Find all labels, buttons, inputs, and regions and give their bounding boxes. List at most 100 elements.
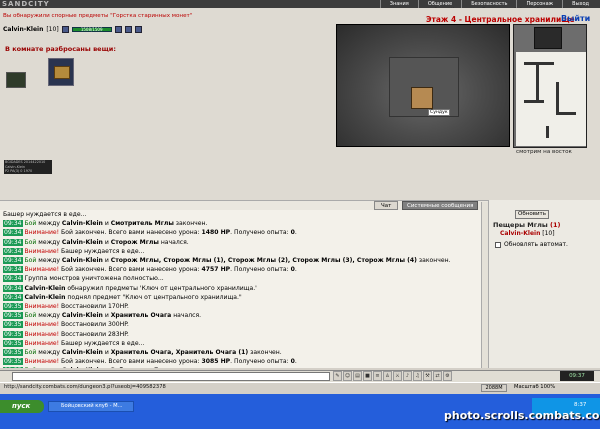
chat-scrollbar[interactable] bbox=[481, 202, 488, 368]
chat-line: 09:34 Группа монстров уничтожена полност… bbox=[0, 274, 481, 283]
chat-name[interactable]: Calvin-Klein bbox=[62, 367, 103, 368]
chat-warning: Внимание! bbox=[24, 321, 60, 329]
chat-text: и bbox=[102, 349, 111, 357]
chat-time: 09:34 bbox=[3, 284, 23, 292]
list-icon[interactable]: ≡ bbox=[373, 371, 382, 381]
chat-line: 09:34 Calvin-Klein обнаружил предметы 'К… bbox=[0, 284, 481, 293]
location-member: Calvin-Klein [10] bbox=[500, 230, 555, 237]
taskbar-window-button[interactable]: Бойцовский клуб - M... bbox=[48, 401, 134, 412]
chat-line: 09:34 Бой между Calvin-Klein и Сторож Мг… bbox=[0, 256, 481, 265]
chat-name[interactable]: 1480 HP bbox=[202, 229, 231, 236]
chat-name[interactable]: Сторож Мглы, Сторож Мглы (1), Сторож Мгл… bbox=[111, 257, 417, 264]
chat-text: между bbox=[36, 349, 62, 357]
chat-fight-link[interactable]: Бой bbox=[25, 220, 37, 227]
chat-time: 09:34 bbox=[3, 275, 23, 283]
top-menu-item[interactable]: Персонаж bbox=[516, 0, 562, 8]
chat-text: Восстановили 170HP. bbox=[59, 303, 129, 311]
chat-text: закончен. bbox=[416, 257, 451, 265]
chat-name[interactable]: Calvin-Klein bbox=[62, 349, 103, 356]
chat-fight-link[interactable]: Бой bbox=[25, 312, 37, 319]
chat-time: 09:35 bbox=[3, 321, 23, 329]
options-icon[interactable]: ⚙ bbox=[443, 371, 452, 381]
chat-name[interactable]: 3085 HP bbox=[202, 358, 231, 365]
chat-text: между bbox=[36, 257, 62, 265]
chat-name[interactable]: Calvin-Klein bbox=[62, 312, 103, 319]
info-icon[interactable] bbox=[61, 26, 69, 33]
chat-name[interactable]: Calvin-Klein bbox=[25, 285, 66, 292]
chat-name[interactable]: Заблудшая Душа bbox=[111, 367, 174, 368]
tab-chat[interactable]: Чат bbox=[374, 201, 399, 210]
top-menu-item[interactable]: Выход bbox=[562, 0, 598, 8]
chat-time: 09:34 bbox=[3, 238, 23, 246]
player-name[interactable]: Calvin-Klein bbox=[3, 26, 43, 33]
chest-object[interactable] bbox=[411, 87, 433, 109]
chat-line: 09:35 Внимание! Восстановили 300HP. bbox=[0, 320, 481, 329]
top-menu-item[interactable]: Знания bbox=[379, 0, 418, 8]
filter-icon[interactable]: ▤ bbox=[353, 371, 362, 381]
person-icon[interactable]: ♙ bbox=[383, 371, 392, 381]
eraser-icon[interactable]: ✎ bbox=[333, 371, 342, 381]
chat-text: Бой закончен. Всего вами нанесено урона: bbox=[59, 358, 202, 366]
chat-text: закончен. bbox=[248, 349, 282, 357]
zoom-level[interactable]: Масштаб 100% bbox=[514, 384, 555, 390]
chat-input[interactable] bbox=[12, 372, 330, 381]
chat-name[interactable]: Хранитель Очага, Хранитель Очага (1) bbox=[111, 349, 248, 356]
dungeon-view[interactable]: Сундук bbox=[336, 24, 510, 147]
chat-line: 09:35 Внимание! Башер нуждается в еде... bbox=[0, 339, 481, 348]
chat-text: между bbox=[36, 238, 62, 246]
chat-text: закончен. bbox=[173, 220, 208, 228]
chat-text: и bbox=[103, 367, 111, 368]
refresh-button[interactable]: Обновить bbox=[515, 210, 549, 219]
chat-name[interactable]: Смотритель Мглы bbox=[111, 220, 174, 227]
start-button[interactable]: пуск bbox=[0, 400, 44, 413]
chat-text: Восстановили 300HP. bbox=[59, 321, 129, 329]
room-item-coins[interactable] bbox=[48, 58, 74, 86]
compass-icon[interactable] bbox=[534, 27, 562, 49]
chat-name[interactable]: 4757 HP bbox=[202, 266, 231, 273]
chat-fight-link[interactable]: Бой bbox=[25, 239, 37, 246]
location-count: (1) bbox=[550, 221, 561, 229]
sound-icon[interactable]: ♫ bbox=[413, 371, 422, 381]
location-name: Пещеры Мглы bbox=[493, 221, 548, 229]
chat-time: 09:35 bbox=[3, 339, 23, 347]
chat-name[interactable]: Calvin-Klein bbox=[25, 294, 66, 301]
stats-line: BGIDADES 2014422010 bbox=[5, 160, 46, 164]
chat-fight-link[interactable]: Бой bbox=[25, 367, 37, 368]
chat-text: и bbox=[102, 220, 111, 228]
auto-refresh-label: Обновлять автомат. bbox=[504, 241, 568, 248]
arrows-icon[interactable]: ⇄ bbox=[433, 371, 442, 381]
chat-text: обнаружил предметы 'Ключ от центрального… bbox=[65, 284, 257, 292]
chat-line: 09:34 Бой между Calvin-Klein и Смотрител… bbox=[0, 219, 481, 228]
top-menu-item[interactable]: Общение bbox=[417, 0, 461, 8]
fight-icon[interactable]: ⚔ bbox=[393, 371, 402, 381]
chat-name[interactable]: Calvin-Klein bbox=[62, 257, 103, 264]
exit-link[interactable]: Выйти bbox=[561, 14, 590, 23]
member-name[interactable]: Calvin-Klein bbox=[500, 230, 540, 237]
save-icon[interactable]: ■ bbox=[363, 371, 372, 381]
chat-name[interactable]: Сторож Мглы bbox=[111, 239, 159, 246]
chat-text: . bbox=[294, 266, 297, 274]
room-item-boots[interactable] bbox=[6, 72, 26, 88]
tools-icon[interactable]: ⚒ bbox=[423, 371, 432, 381]
chat-text: между bbox=[36, 367, 62, 368]
auto-refresh-checkbox[interactable] bbox=[495, 241, 501, 248]
chat-line: 09:34 Внимание! Бой закончен. Всего вами… bbox=[0, 265, 481, 274]
chat-name[interactable]: Calvin-Klein bbox=[62, 239, 103, 246]
chat-line: 09:35 Внимание! Восстановили 170HP. bbox=[0, 302, 481, 311]
smile-icon[interactable]: ☺ bbox=[343, 371, 352, 381]
chat-time: 09:35 bbox=[3, 303, 23, 311]
chat-fight-link[interactable]: Бой bbox=[25, 349, 37, 356]
chat-text: Башер нуждается в еде... bbox=[59, 247, 145, 255]
chat-time: 09:34 bbox=[3, 293, 23, 301]
member-level: [10] bbox=[542, 230, 555, 237]
chat-name[interactable]: Хранитель Очага bbox=[111, 312, 172, 319]
tab-system-messages[interactable]: Системные сообщения bbox=[402, 201, 479, 210]
chat-name[interactable]: Calvin-Klein bbox=[62, 220, 103, 227]
top-menu: Знания Общение Безопасность Персонаж Выход bbox=[379, 0, 598, 8]
chat-text: Башер нуждается в еде... bbox=[3, 211, 87, 218]
chat-line: 09:34 Внимание! Бой закончен. Всего вами… bbox=[0, 228, 481, 237]
music-icon[interactable]: ♪ bbox=[403, 371, 412, 381]
chat-fight-link[interactable]: Бой bbox=[25, 257, 37, 264]
chat-text: между bbox=[36, 312, 62, 320]
top-menu-item[interactable]: Безопасность bbox=[461, 0, 516, 8]
